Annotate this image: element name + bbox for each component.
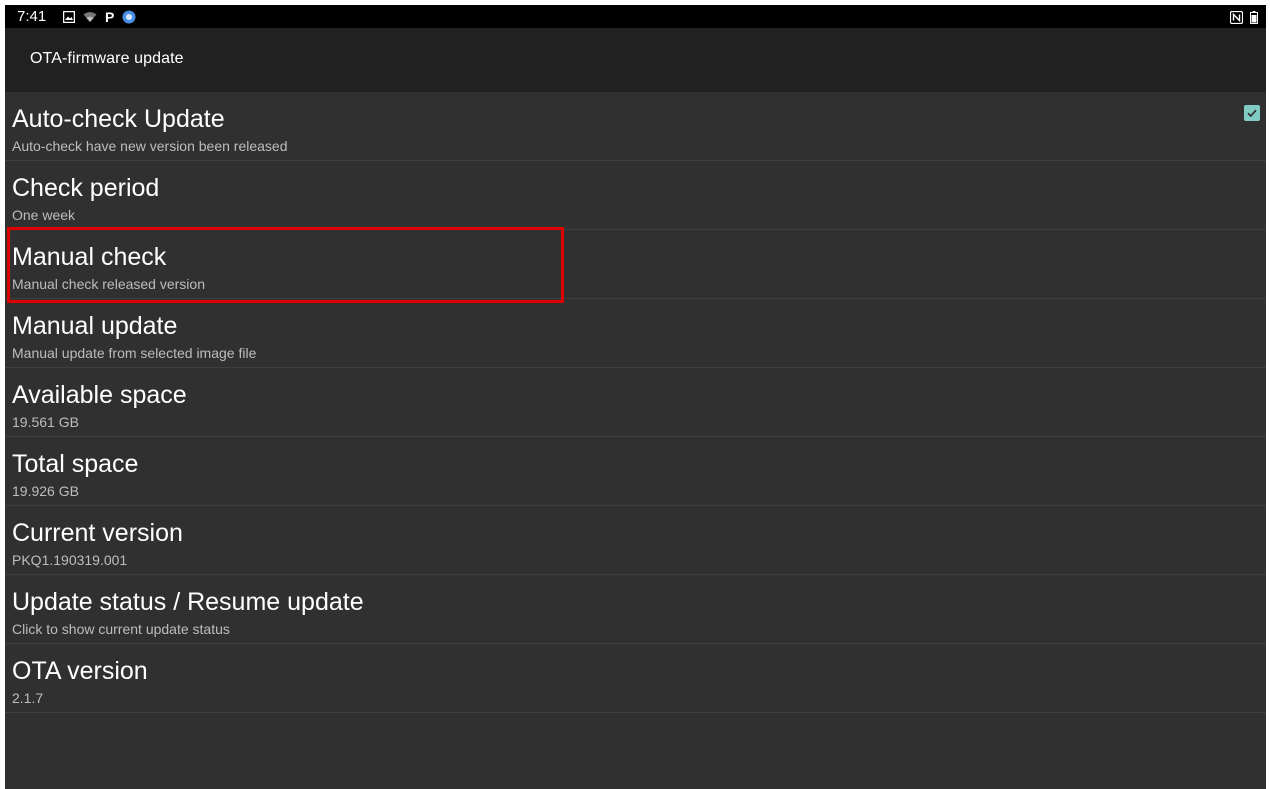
pref-title: Update status / Resume update bbox=[12, 588, 364, 616]
pref-title: Current version bbox=[12, 519, 183, 547]
status-bar: 7:41 P bbox=[5, 5, 1266, 28]
pref-summary: PKQ1.190319.001 bbox=[12, 552, 128, 568]
page-title: OTA-firmware update bbox=[30, 50, 184, 67]
pref-summary: One week bbox=[12, 207, 76, 223]
pref-title: Total space bbox=[12, 450, 139, 478]
pref-check-period[interactable]: Check period One week bbox=[5, 161, 1266, 230]
pref-available-space[interactable]: Available space 19.561 GB bbox=[5, 368, 1266, 437]
pref-title: Manual update bbox=[12, 312, 178, 340]
android-screen: 7:41 P OTA-firmware update Auto-check Up… bbox=[5, 5, 1266, 789]
pref-manual-update[interactable]: Manual update Manual update from selecte… bbox=[5, 299, 1266, 368]
battery-icon bbox=[1250, 10, 1258, 24]
pref-summary: 19.926 GB bbox=[12, 483, 79, 499]
pref-summary: 2.1.7 bbox=[12, 690, 44, 706]
pref-summary: Manual update from selected image file bbox=[12, 345, 257, 361]
pref-title: OTA version bbox=[12, 657, 148, 685]
status-icons-right bbox=[1230, 10, 1258, 24]
pref-title: Auto-check Update bbox=[12, 105, 225, 133]
status-time: 7:41 bbox=[17, 8, 47, 25]
pref-update-status[interactable]: Update status / Resume update Click to s… bbox=[5, 575, 1266, 644]
check-icon bbox=[1247, 109, 1257, 118]
pref-title: Manual check bbox=[12, 243, 167, 271]
wifi-icon bbox=[83, 11, 97, 23]
pref-current-version[interactable]: Current version PKQ1.190319.001 bbox=[5, 506, 1266, 575]
pref-ota-version[interactable]: OTA version 2.1.7 bbox=[5, 644, 1266, 713]
pref-total-space[interactable]: Total space 19.926 GB bbox=[5, 437, 1266, 506]
pref-title: Available space bbox=[12, 381, 187, 409]
app-badge-icon bbox=[122, 10, 136, 24]
pref-title: Check period bbox=[12, 174, 160, 202]
pref-manual-check[interactable]: Manual check Manual check released versi… bbox=[5, 230, 1266, 299]
parking-icon: P bbox=[105, 8, 115, 25]
status-icons-left: P bbox=[63, 9, 136, 24]
pref-summary: Auto-check have new version been release… bbox=[12, 138, 288, 154]
auto-check-checkbox[interactable] bbox=[1244, 105, 1260, 121]
notification-image-icon bbox=[63, 10, 75, 23]
nfc-icon bbox=[1230, 10, 1243, 24]
pref-summary: Manual check released version bbox=[12, 276, 205, 292]
pref-auto-check-update[interactable]: Auto-check Update Auto-check have new ve… bbox=[5, 92, 1266, 161]
preference-list: Auto-check Update Auto-check have new ve… bbox=[5, 92, 1266, 713]
pref-summary: 19.561 GB bbox=[12, 414, 79, 430]
app-bar: OTA-firmware update bbox=[5, 28, 1266, 92]
pref-summary: Click to show current update status bbox=[12, 621, 230, 637]
